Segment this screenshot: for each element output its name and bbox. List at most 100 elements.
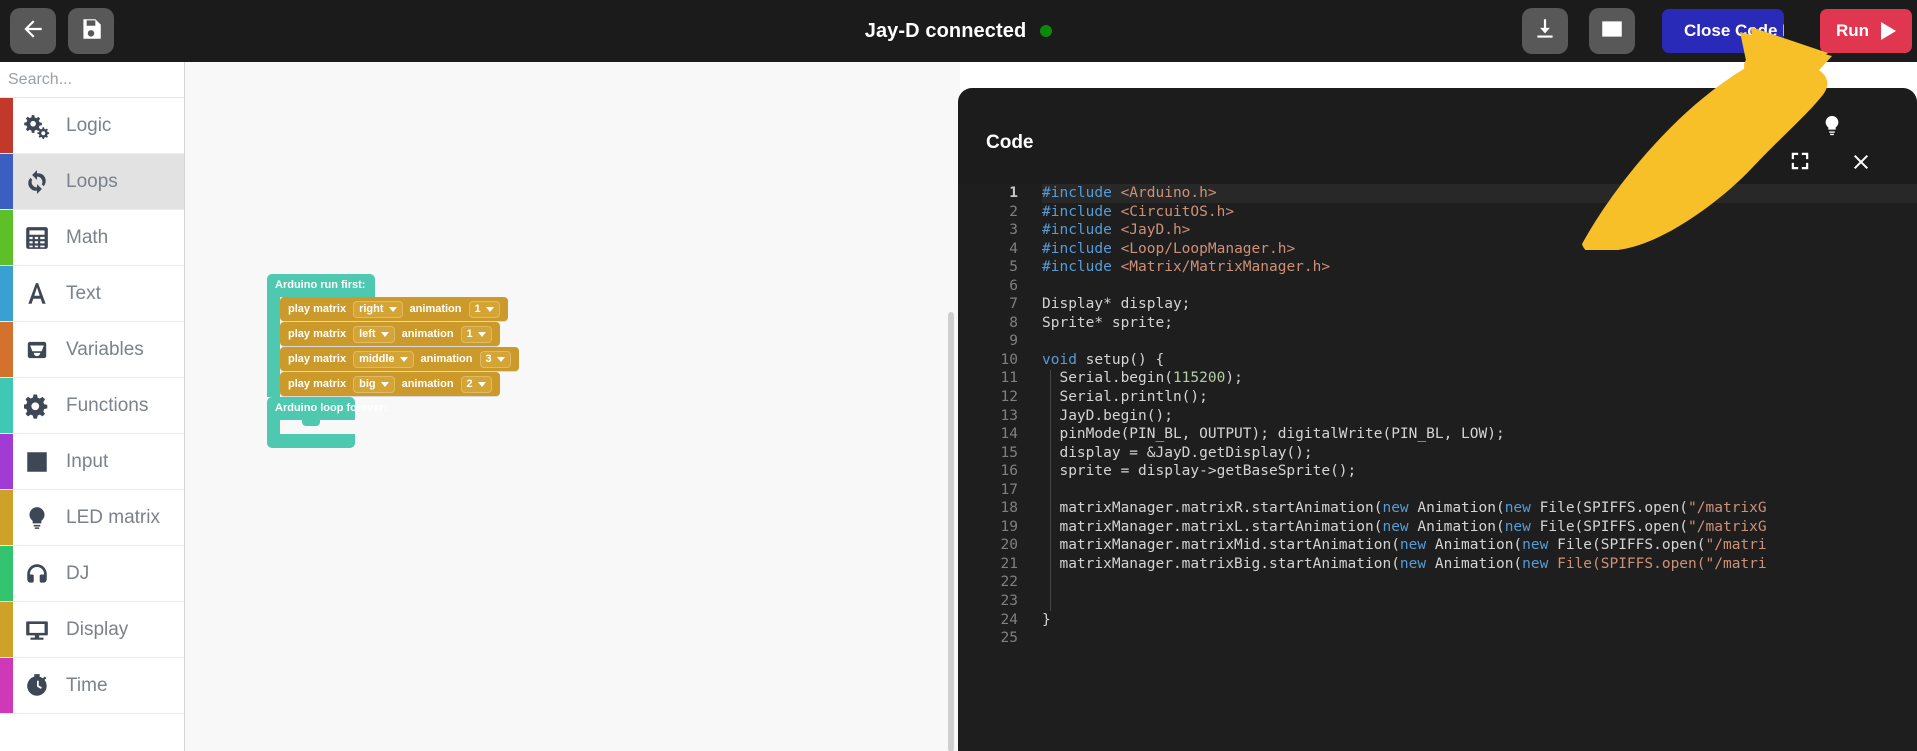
sidebar-item-label: Math bbox=[66, 226, 109, 248]
run-button[interactable]: Run bbox=[1820, 9, 1912, 53]
code-line[interactable]: 8 Sprite* sprite; bbox=[958, 314, 1917, 333]
code-line[interactable]: 11 Serial.begin(115200); bbox=[958, 369, 1917, 388]
sidebar-item-led-matrix[interactable]: LED matrix bbox=[0, 490, 184, 546]
code-line[interactable]: 15 display = &JayD.getDisplay(); bbox=[958, 444, 1917, 463]
code-token: <Loop/LoopManager.h> bbox=[1120, 240, 1296, 257]
hat-left-rail bbox=[267, 297, 280, 397]
fullscreen-expand-icon[interactable] bbox=[1789, 150, 1811, 177]
code-line[interactable]: 13 JayD.begin(); bbox=[958, 407, 1917, 426]
code-line[interactable]: 22 bbox=[958, 573, 1917, 592]
code-line[interactable]: 20 matrixManager.matrixMid.startAnimatio… bbox=[958, 536, 1917, 555]
code-line[interactable]: 14 pinMode(PIN_BL, OUTPUT); digitalWrite… bbox=[958, 425, 1917, 444]
sidebar-item-logic[interactable]: Logic bbox=[0, 98, 184, 154]
code-line[interactable]: 1 #include <Arduino.h> bbox=[958, 184, 1917, 203]
line-source bbox=[1042, 629, 1917, 648]
sidebar-item-loops[interactable]: Loops bbox=[0, 154, 184, 210]
blockly-workspace[interactable]: Arduino run first: play matrix right anima… bbox=[185, 62, 960, 751]
close-x-icon[interactable] bbox=[1849, 150, 1873, 179]
search-input[interactable] bbox=[8, 70, 184, 89]
code-line[interactable]: 10 void setup() { bbox=[958, 351, 1917, 370]
code-line[interactable]: 2 #include <CircuitOS.h> bbox=[958, 203, 1917, 222]
code-token: void bbox=[1042, 351, 1077, 368]
sidebar-item-time[interactable]: Time bbox=[0, 658, 184, 714]
code-line[interactable]: 19 matrixManager.matrixL.startAnimation(… bbox=[958, 518, 1917, 537]
download-button[interactable] bbox=[1522, 8, 1568, 54]
code-line[interactable]: 7 Display* display; bbox=[958, 295, 1917, 314]
animation-index-dropdown[interactable]: 1 bbox=[468, 300, 500, 318]
play-matrix-block[interactable]: play matrix middle animation 3 bbox=[280, 347, 519, 371]
animation-index-value: 2 bbox=[466, 378, 473, 390]
line-source: matrixManager.matrixR.startAnimation(new… bbox=[1042, 499, 1917, 518]
code-line[interactable]: 18 matrixManager.matrixR.startAnimation(… bbox=[958, 499, 1917, 518]
sidebar-item-dj[interactable]: DJ bbox=[0, 546, 184, 602]
animation-index-dropdown[interactable]: 2 bbox=[460, 375, 492, 393]
line-number: 6 bbox=[1009, 277, 1018, 294]
line-number: 18 bbox=[1000, 500, 1018, 517]
code-line[interactable]: 25 bbox=[958, 629, 1917, 648]
line-source bbox=[1042, 481, 1917, 500]
chevron-down-icon bbox=[496, 356, 505, 362]
matrix-target-dropdown[interactable]: big bbox=[353, 375, 395, 393]
code-line[interactable]: 24} bbox=[958, 611, 1917, 630]
save-button[interactable] bbox=[68, 8, 114, 54]
matrix-target-value: big bbox=[359, 378, 376, 390]
line-source: #include <Loop/LoopManager.h> bbox=[1042, 240, 1917, 259]
category-color-strip bbox=[0, 322, 13, 377]
code-line[interactable]: 9 bbox=[958, 332, 1917, 351]
sidebar-item-display[interactable]: Display bbox=[0, 602, 184, 658]
animation-index-dropdown[interactable]: 1 bbox=[460, 325, 492, 343]
matrix-target-dropdown[interactable]: middle bbox=[353, 350, 414, 368]
block-middle-label: animation bbox=[409, 303, 462, 315]
sidebar-item-math[interactable]: Math bbox=[0, 210, 184, 266]
code-token: ); bbox=[1225, 370, 1243, 387]
setup-hat-block[interactable]: Arduino run first: bbox=[267, 274, 375, 297]
code-line[interactable]: 6 bbox=[958, 277, 1917, 296]
matrix-target-dropdown[interactable]: left bbox=[353, 325, 395, 343]
code-token: "/matri bbox=[1705, 537, 1767, 554]
matrix-target-dropdown[interactable]: right bbox=[353, 300, 403, 318]
headphones-icon bbox=[14, 561, 60, 587]
sidebar-item-label: Text bbox=[66, 282, 101, 304]
lightbulb-hint-icon[interactable] bbox=[1821, 112, 1843, 143]
line-source: pinMode(PIN_BL, OUTPUT); digitalWrite(PI… bbox=[1042, 425, 1917, 444]
code-token: #include bbox=[1042, 203, 1121, 220]
line-source: void setup() { bbox=[1042, 351, 1917, 370]
code-token: matrixManager.matrixBig.startAnimation( bbox=[1042, 555, 1400, 572]
sidebar-item-label: LED matrix bbox=[66, 506, 160, 528]
line-number: 2 bbox=[1009, 203, 1018, 220]
matrix-target-value: left bbox=[359, 328, 376, 340]
line-number: 12 bbox=[1000, 389, 1018, 406]
sidebar-item-text[interactable]: Text bbox=[0, 266, 184, 322]
close-code-editor-button[interactable]: Close Code Editor bbox=[1662, 9, 1784, 53]
sidebar-item-variables[interactable]: Variables bbox=[0, 322, 184, 378]
line-source bbox=[1042, 277, 1917, 296]
line-source: matrixManager.matrixMid.startAnimation(n… bbox=[1042, 536, 1917, 555]
loop-hat-block[interactable]: Arduino loop forever: bbox=[267, 397, 387, 420]
code-line[interactable]: 12 Serial.println(); bbox=[958, 388, 1917, 407]
toggle-panel-button[interactable] bbox=[1589, 8, 1635, 54]
code-editor-surface[interactable]: 1 #include <Arduino.h> 2 #include <CircuitO… bbox=[958, 184, 1917, 751]
sidebar-item-functions[interactable]: Functions bbox=[0, 378, 184, 434]
play-matrix-block[interactable]: play matrix right animation 1 bbox=[280, 297, 508, 321]
line-source: #include <Arduino.h> bbox=[1042, 184, 1917, 203]
play-matrix-block[interactable]: play matrix left animation 1 bbox=[280, 322, 500, 346]
play-matrix-block[interactable]: play matrix big animation 2 bbox=[280, 372, 500, 396]
back-button[interactable] bbox=[10, 8, 56, 54]
line-number: 13 bbox=[1000, 407, 1018, 424]
floppy-disk-save-icon bbox=[78, 16, 104, 47]
chevron-down-icon bbox=[380, 331, 389, 337]
code-line[interactable]: 21 matrixManager.matrixBig.startAnimatio… bbox=[958, 555, 1917, 574]
code-line[interactable]: 23 bbox=[958, 592, 1917, 611]
sidebar-item-input[interactable]: Input bbox=[0, 434, 184, 490]
code-line[interactable]: 5 #include <Matrix/MatrixManager.h> bbox=[958, 258, 1917, 277]
block-stack-setup[interactable]: Arduino run first: play matrix right anima… bbox=[267, 274, 519, 448]
category-color-strip bbox=[0, 490, 13, 545]
code-line[interactable]: 3 #include <JayD.h> bbox=[958, 221, 1917, 240]
code-line[interactable]: 17 bbox=[958, 481, 1917, 500]
code-token: new bbox=[1504, 518, 1531, 535]
animation-index-dropdown[interactable]: 3 bbox=[479, 350, 511, 368]
code-line[interactable]: 16 sprite = display->getBaseSprite(); bbox=[958, 462, 1917, 481]
workspace-scrollbar[interactable] bbox=[948, 312, 954, 751]
loop-block-body[interactable] bbox=[267, 420, 355, 448]
code-line[interactable]: 4 #include <Loop/LoopManager.h> bbox=[958, 240, 1917, 259]
